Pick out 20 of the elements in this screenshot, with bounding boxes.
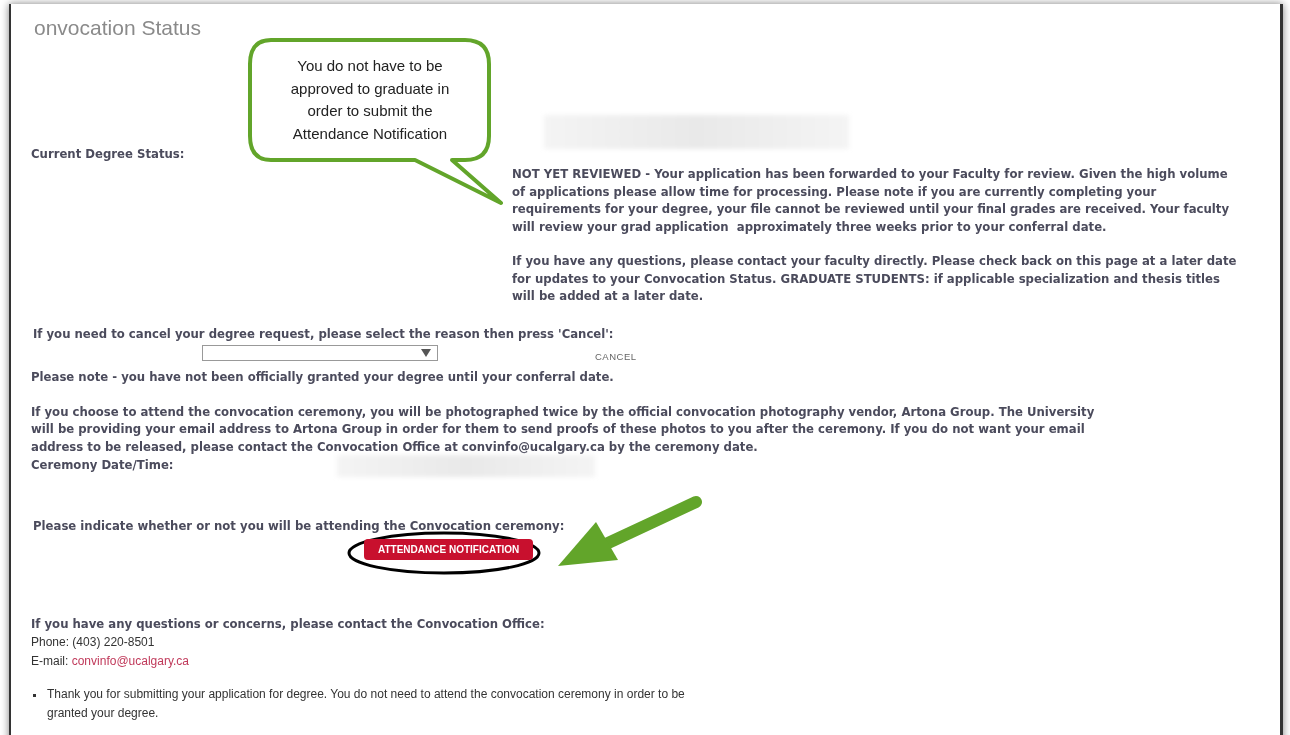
email-link[interactable]: convinfo@ucalgary.ca [71, 654, 190, 668]
cancel-prompt: If you need to cancel your degree request, please select the reason then press 'Cancel': [33, 325, 615, 343]
status-message: NOT YET REVIEWED - Your application has been forwarded to your Faculty for review. Given the high volume of applications please allow time for processing. Please note if you are currently completing your requirements for your degree, your file cannot be reviewed until your final grades are received. Your faculty will review your grad application approximately three weeks prior to your conferral date. [512, 166, 1231, 236]
caret-icon [421, 349, 431, 357]
cancel-link[interactable]: CANCEL [595, 350, 637, 362]
degree-note: Please note - you have not been officially granted your degree until your conferral date. [31, 369, 615, 386]
attendance-button[interactable]: ATTENDANCE NOTIFICATION [364, 538, 534, 560]
page-title: onvocation Status [34, 16, 202, 40]
email-label: E-mail: [31, 654, 69, 668]
phone-text: Phone: (403) 220-8501 [31, 634, 156, 651]
contact-heading: If you have any questions or concerns, please contact the Convocation Office: [31, 615, 546, 633]
reason-dropdown[interactable] [202, 345, 438, 361]
bullet-icon [33, 694, 36, 697]
photo-notice: If you choose to attend the convocation ceremony, you will be photographed twice by the official convocation photography vendor, Artona Group. The University will be providing your email address to Artona Group in order for them to send proofs of these photos to you after the ceremony. If you do not want your email address to be released, please contact the Convocation Office at convinfo@ucalgary.ca by the ceremony date. [31, 403, 1096, 456]
field-label: Current Degree Status: [31, 147, 186, 163]
info-bullet: Thank you for submitting your application for degree. You do not need to attend the convocation ceremony in order to be granted your degree. [47, 686, 686, 722]
status-message: If you have any questions, please contact your faculty directly. Please check back on this page at a later date for updates to your Convocation Status. GRADUATE STUDENTS: if applicable specialization and thesis titles will be added at a later date. [512, 253, 1237, 305]
attendance-prompt: Please indicate whether or not you will be attending the Convocation ceremony: [33, 518, 566, 535]
field-label: Ceremony Date/Time: [31, 457, 175, 475]
callout-text: You do not have to be approved to graduate in order to submit the Attendance Notification [289, 56, 451, 144]
